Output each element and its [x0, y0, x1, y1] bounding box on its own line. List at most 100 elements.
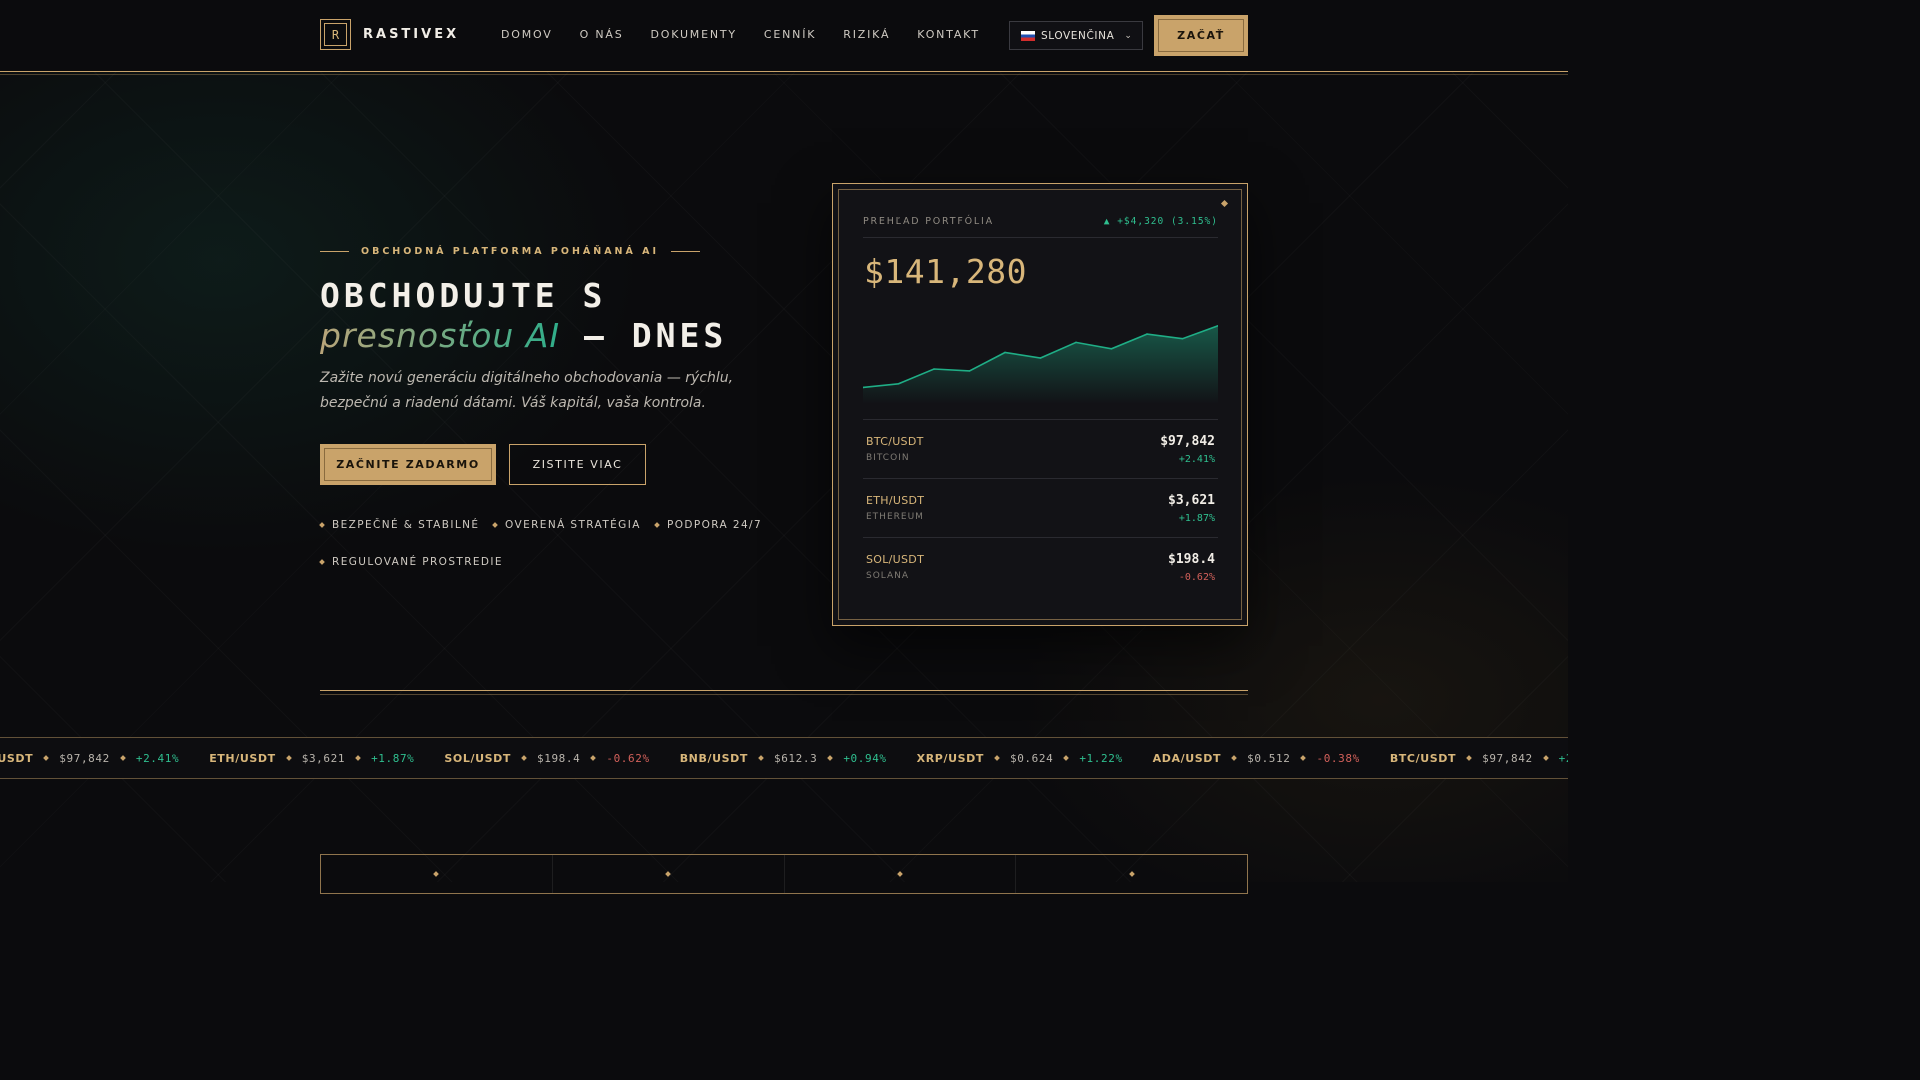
ticker-pair: BTC/USDT: [0, 751, 34, 765]
diamond-icon: [319, 559, 325, 565]
feature-label: PODPORA 24/7: [667, 519, 763, 531]
diamond-icon: [319, 522, 325, 528]
logo-mark: R: [320, 19, 351, 50]
start-free-label: ZAČNITE ZADARMO: [324, 448, 492, 481]
portfolio-header: PREHĽAD PORTFÓLIA ▲ +$4,320 (3.15%): [863, 216, 1218, 238]
eyebrow-line-right: [671, 251, 701, 252]
nav-about[interactable]: O NÁS: [580, 28, 624, 41]
diamond-icon: [433, 871, 440, 877]
portfolio-chart: [863, 325, 1218, 404]
diamond-icon: [1231, 755, 1237, 761]
logo-letter: R: [324, 23, 347, 46]
ticker-change: +1.87%: [371, 751, 415, 765]
site-header: R RASTIVEX DOMOV O NÁS DOKUMENTY CENNÍK …: [0, 0, 1568, 75]
diamond-icon: [492, 522, 498, 528]
diamond-icon: [120, 755, 126, 761]
ticker-change: +1.22%: [1079, 751, 1123, 765]
chart-point: [1075, 341, 1077, 344]
chart-point: [1181, 337, 1184, 340]
chart-point: [1039, 357, 1042, 359]
feature-label: OVERENÁ STRATÉGIA: [505, 519, 641, 531]
asset-change: +1.87%: [1178, 513, 1215, 524]
asset-name: SOLANA: [866, 571, 910, 581]
chart-area: [863, 325, 1218, 404]
ticker-item: ETH/USDT $3,621 +1.87%: [209, 752, 414, 765]
chart-point: [968, 370, 971, 372]
chart-point: [1146, 333, 1148, 335]
ticker-pair: ETH/USDT: [209, 751, 276, 765]
portfolio-label: PREHĽAD PORTFÓLIA: [863, 216, 994, 227]
diamond-icon: [1542, 755, 1549, 761]
ticker-price: $612.3: [773, 751, 818, 765]
asset-row[interactable]: BTC/USDT BITCOIN $97,842 +2.41%: [863, 419, 1218, 478]
ticker-change: -0.38%: [1316, 751, 1360, 765]
diamond-icon: [1466, 755, 1472, 761]
ticker-pair: ADA/USDT: [1152, 751, 1222, 765]
diamond-icon: [521, 755, 527, 761]
nav-home[interactable]: DOMOV: [501, 28, 553, 41]
stats-strip: [320, 854, 1248, 894]
learn-more-button[interactable]: ZISTITE VIAC: [509, 444, 646, 485]
ticker-price: $3,621: [301, 751, 346, 765]
eyebrow-line-left: [320, 251, 349, 252]
asset-price: $3,621: [1168, 493, 1215, 508]
asset-name: BITCOIN: [866, 453, 910, 463]
ticker-item: BTC/USDT $97,842 +2.41%: [1390, 752, 1568, 765]
nav-documents[interactable]: DOKUMENTY: [651, 28, 737, 41]
nav-risks[interactable]: RIZIKÁ: [843, 28, 890, 41]
feature-item: BEZPEČNÉ & STABILNÉ: [319, 519, 479, 531]
diamond-icon: [654, 522, 660, 528]
diamond-icon: [994, 755, 1000, 761]
logo[interactable]: R RASTIVEX: [320, 19, 459, 50]
diamond-icon: [758, 755, 764, 761]
chart-point: [897, 382, 900, 385]
hero-eyebrow: OBCHODNÁ PLATFORMA POHÁŇANÁ AI: [320, 246, 701, 257]
ticker-track: BTC/USDT $97,842 +2.41% ETH/USDT $3,621 +1.87…: [0, 738, 1568, 778]
ticker-price: $198.4: [537, 751, 581, 765]
price-ticker: BTC/USDT $97,842 +2.41% ETH/USDT $3,621 +1.87…: [0, 737, 1568, 779]
language-label: SLOVENČINA: [1041, 29, 1115, 42]
asset-change: -0.62%: [1178, 572, 1215, 583]
diamond-icon: [355, 755, 361, 761]
ticker-price: $0.512: [1247, 751, 1291, 765]
chart-point: [1110, 348, 1113, 350]
ticker-item: ADA/USDT $0.512 -0.38%: [1153, 752, 1360, 765]
nav-pricing[interactable]: CENNÍK: [764, 28, 816, 41]
asset-row[interactable]: ETH/USDT ETHEREUM $3,621 +1.87%: [863, 478, 1218, 537]
hero-subtitle: Zažite novú generáciu digitálneho obchod…: [320, 370, 734, 411]
chevron-down-icon: ⌄: [1124, 30, 1133, 41]
ticker-item: BNB/USDT $612.3 +0.94%: [680, 752, 887, 765]
diamond-icon: [827, 755, 834, 761]
ticker-pair: BNB/USDT: [679, 751, 748, 765]
ticker-change: +0.94%: [843, 751, 887, 765]
ticker-item: XRP/USDT $0.624 +1.22%: [917, 752, 1123, 765]
feature-item: PODPORA 24/7: [654, 519, 763, 531]
feature-item: OVERENÁ STRATÉGIA: [492, 519, 641, 531]
stats-cell: [321, 855, 553, 893]
stats-cell: [785, 855, 1017, 893]
diamond-icon: [897, 871, 903, 877]
ticker-price: $97,842: [1482, 751, 1533, 765]
header-start-button[interactable]: ZAČAŤ: [1154, 15, 1248, 56]
diamond-icon: [1300, 755, 1307, 761]
stats-cell: [553, 855, 785, 893]
start-free-button[interactable]: ZAČNITE ZADARMO: [320, 444, 496, 485]
ticker-item: SOL/USDT $198.4 -0.62%: [444, 752, 649, 765]
ticker-change: +2.41%: [135, 751, 180, 765]
chart-point: [933, 368, 935, 370]
hero-title: OBCHODUJTE S presnosťou AI — DNES: [320, 276, 800, 356]
asset-pair: ETH/USDT: [866, 494, 925, 507]
nav-contact[interactable]: KONTAKT: [917, 28, 980, 41]
asset-change: +2.41%: [1178, 454, 1215, 465]
asset-row[interactable]: SOL/USDT SOLANA $198.4 -0.62%: [863, 537, 1218, 596]
hero-title-line1: OBCHODUJTE S: [320, 276, 607, 315]
eyebrow-text: OBCHODNÁ PLATFORMA POHÁŇANÁ AI: [361, 246, 660, 257]
ticker-pair: XRP/USDT: [916, 751, 984, 765]
portfolio-card: PREHĽAD PORTFÓLIA ▲ +$4,320 (3.15%) $141…: [832, 183, 1248, 626]
language-select[interactable]: SLOVENČINA ⌄: [1009, 21, 1143, 50]
asset-pair: BTC/USDT: [866, 435, 924, 448]
ticker-price: $0.624: [1009, 751, 1054, 765]
ticker-item: BTC/USDT $97,842 +2.41%: [0, 752, 179, 765]
ticker-pair: SOL/USDT: [444, 751, 511, 765]
diamond-icon: [1128, 871, 1135, 877]
